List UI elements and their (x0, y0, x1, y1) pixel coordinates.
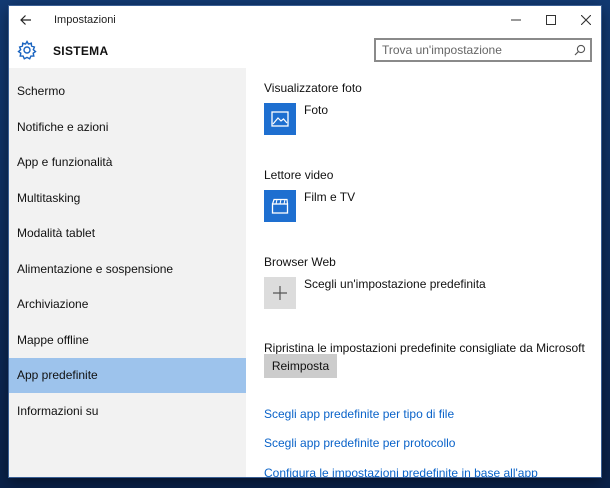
photos-app-tile (264, 103, 296, 135)
link-by-protocol[interactable]: Scegli app predefinite per protocollo (264, 436, 455, 450)
close-button[interactable] (569, 6, 601, 34)
content-pane: Visualizzatore foto Foto Lettore video F… (246, 68, 601, 477)
settings-header: SISTEMA (9, 34, 601, 68)
maximize-icon (546, 15, 556, 25)
window-title: Impostazioni (54, 14, 116, 26)
sidebar-item-schermo[interactable]: Schermo (9, 74, 246, 109)
movies-tv-app-tile (264, 190, 296, 222)
search-box[interactable] (374, 38, 592, 62)
settings-window: Impostazioni SISTEMA Schermo Not (9, 6, 601, 477)
photos-icon (271, 111, 289, 127)
reset-button[interactable]: Reimposta (264, 354, 337, 378)
sidebar-item-informazioni[interactable]: Informazioni su (9, 394, 246, 429)
maximize-button[interactable] (534, 6, 568, 34)
sidebar-item-mappe-offline[interactable]: Mappe offline (9, 323, 246, 358)
back-arrow-icon (20, 15, 31, 25)
sidebar-item-notifiche[interactable]: Notifiche e azioni (9, 110, 246, 145)
movies-tv-app-label: Film e TV (304, 190, 356, 204)
gear-icon (17, 40, 37, 60)
sidebar-item-alimentazione[interactable]: Alimentazione e sospensione (9, 252, 246, 287)
sidebar-item-archiviazione[interactable]: Archiviazione (9, 287, 246, 322)
choose-default-tile (264, 277, 296, 309)
plus-icon (273, 286, 287, 300)
web-browser-app-button[interactable]: Scegli un'impostazione predefinita (264, 277, 594, 309)
close-icon (581, 15, 591, 25)
sidebar-item-modalita-tablet[interactable]: Modalità tablet (9, 216, 246, 251)
photos-app-label: Foto (304, 103, 329, 117)
section-title: SISTEMA (53, 44, 109, 58)
choose-default-label: Scegli un'impostazione predefinita (304, 277, 486, 291)
reset-heading: Ripristina le impostazioni predefinite c… (264, 341, 585, 355)
back-button[interactable] (9, 6, 43, 34)
web-browser-heading: Browser Web (264, 255, 336, 269)
search-icon[interactable] (574, 44, 586, 56)
sidebar-item-app-funzionalita[interactable]: App e funzionalità (9, 145, 246, 180)
clapperboard-icon (271, 198, 289, 214)
minimize-button[interactable] (499, 6, 533, 34)
sidebar-item-multitasking[interactable]: Multitasking (9, 181, 246, 216)
link-by-app[interactable]: Configura le impostazioni predefinite in… (264, 466, 538, 477)
search-input[interactable] (376, 40, 572, 60)
photo-viewer-app-button[interactable]: Foto (264, 103, 594, 135)
sidebar: Schermo Notifiche e azioni App e funzion… (9, 68, 246, 477)
title-bar: Impostazioni (9, 6, 601, 34)
video-player-heading: Lettore video (264, 168, 334, 182)
sidebar-item-app-predefinite[interactable]: App predefinite (9, 358, 246, 393)
link-by-file-type[interactable]: Scegli app predefinite per tipo di file (264, 407, 454, 421)
photo-viewer-heading: Visualizzatore foto (264, 81, 362, 95)
video-player-app-button[interactable]: Film e TV (264, 190, 594, 222)
minimize-icon (511, 19, 521, 21)
